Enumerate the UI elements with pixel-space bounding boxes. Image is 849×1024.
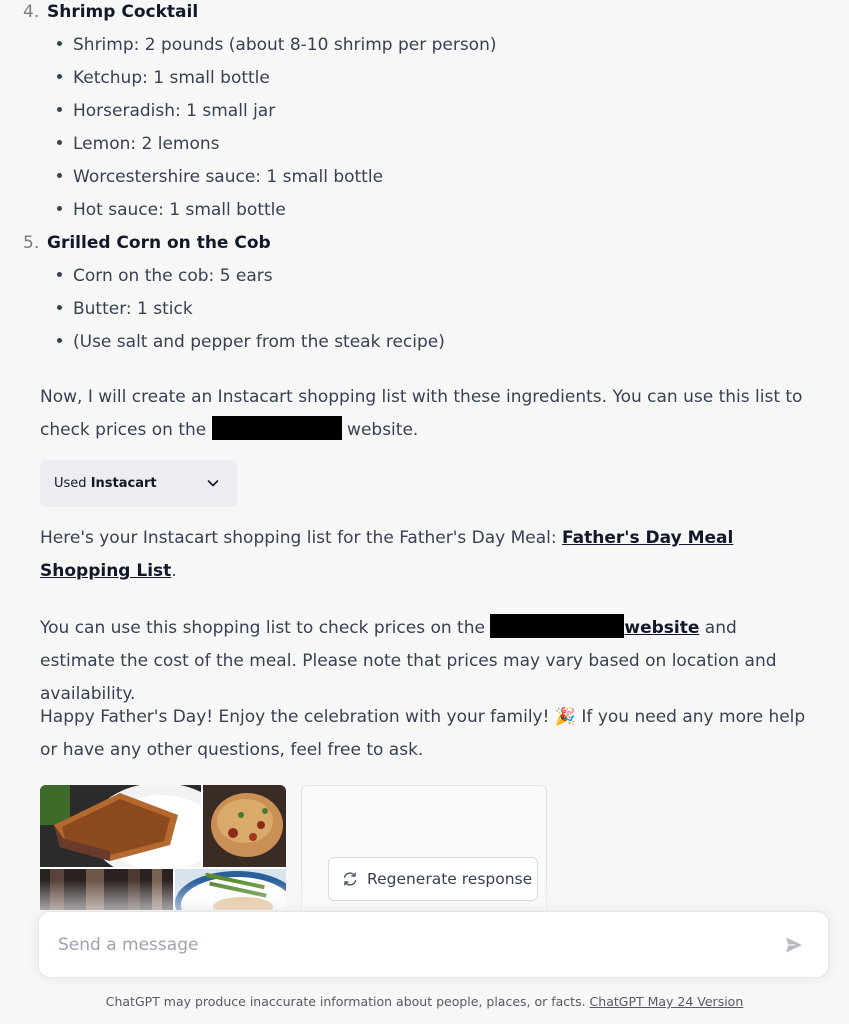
list-number: 4. bbox=[23, 2, 40, 22]
chevron-down-icon bbox=[207, 480, 219, 487]
bullet-text: (Use salt and pepper from the steak reci… bbox=[73, 332, 445, 352]
paragraph-closing: Happy Father's Day! Enjoy the celebratio… bbox=[40, 701, 810, 767]
bullet-dot bbox=[57, 41, 62, 46]
bullet-item: Horseradish: 1 small jar bbox=[0, 99, 849, 127]
list-item-grilled-corn: 5. Grilled Corn on the Cob bbox=[0, 231, 849, 259]
paragraph-text: You can use this shopping list to check … bbox=[40, 618, 485, 638]
paragraph-create-list: Now, I will create an Instacart shopping… bbox=[40, 381, 810, 447]
plugin-label: Used Instacart bbox=[54, 475, 157, 492]
bullet-text: Corn on the cob: 5 ears bbox=[73, 266, 273, 286]
bullet-item: Worcestershire sauce: 1 small bottle bbox=[0, 165, 849, 193]
bullet-text: Worcestershire sauce: 1 small bottle bbox=[73, 167, 384, 187]
bullet-dot bbox=[57, 272, 62, 277]
list-item-title: Grilled Corn on the Cob bbox=[47, 233, 271, 253]
paragraph-text: Here's your Instacart shopping list for … bbox=[40, 528, 557, 548]
paragraph-text: Happy Father's Day! Enjoy the celebratio… bbox=[40, 707, 550, 727]
party-popper-icon: 🎉 bbox=[554, 707, 577, 727]
bullet-item: Shrimp: 2 pounds (about 8-10 shrimp per … bbox=[0, 33, 849, 61]
bullet-item: Corn on the cob: 5 ears bbox=[0, 264, 849, 292]
bullet-item: Hot sauce: 1 small bottle bbox=[0, 198, 849, 226]
bullet-text: Hot sauce: 1 small bottle bbox=[73, 200, 286, 220]
paragraph-text: . bbox=[171, 561, 177, 581]
send-icon[interactable] bbox=[784, 935, 804, 955]
bullet-dot bbox=[57, 305, 62, 310]
paragraph-check-prices: You can use this shopping list to check … bbox=[40, 612, 810, 711]
disclaimer-text: ChatGPT may produce inaccurate informati… bbox=[105, 994, 586, 1009]
bullet-text: Butter: 1 stick bbox=[73, 299, 193, 319]
message-composer[interactable]: Send a message bbox=[38, 911, 829, 978]
refresh-icon bbox=[343, 872, 357, 886]
redacted-block bbox=[490, 614, 625, 638]
bullet-dot bbox=[57, 338, 62, 343]
redacted-block bbox=[211, 416, 342, 440]
bullet-text: Lemon: 2 lemons bbox=[73, 134, 220, 154]
website-link[interactable]: website bbox=[624, 618, 699, 638]
paragraph-text: check prices on the bbox=[40, 420, 207, 440]
plugin-prefix: Used bbox=[54, 476, 87, 491]
bullet-text: Ketchup: 1 small bottle bbox=[73, 68, 270, 88]
bullet-item: (Use salt and pepper from the steak reci… bbox=[0, 330, 849, 358]
bullet-item: Ketchup: 1 small bottle bbox=[0, 66, 849, 94]
steak-image bbox=[40, 785, 201, 867]
footer-disclaimer: ChatGPT may produce inaccurate informati… bbox=[0, 993, 849, 1011]
list-number: 5. bbox=[23, 233, 40, 253]
used-plugin-toggle[interactable]: Used Instacart bbox=[40, 460, 237, 507]
plugin-name: Instacart bbox=[90, 476, 157, 491]
pasta-image bbox=[203, 785, 286, 867]
list-item-title: Shrimp Cocktail bbox=[47, 2, 199, 22]
bullet-dot bbox=[57, 173, 62, 178]
paragraph-text: Now, I will create an Instacart shopping… bbox=[40, 387, 803, 407]
paragraph-text: website. bbox=[347, 420, 419, 440]
message-input-placeholder[interactable]: Send a message bbox=[58, 934, 198, 956]
bullet-text: Shrimp: 2 pounds (about 8-10 shrimp per … bbox=[73, 35, 497, 55]
bullet-dot bbox=[57, 206, 62, 211]
regenerate-label: Regenerate response bbox=[367, 870, 533, 888]
bullet-text: Horseradish: 1 small jar bbox=[73, 101, 276, 121]
bullet-item: Lemon: 2 lemons bbox=[0, 132, 849, 160]
bullet-dot bbox=[57, 74, 62, 79]
bullet-item: Butter: 1 stick bbox=[0, 297, 849, 325]
regenerate-response-button[interactable]: Regenerate response bbox=[328, 857, 538, 901]
bullet-dot bbox=[57, 107, 62, 112]
bullet-dot bbox=[57, 140, 62, 145]
paragraph-shopping-list: Here's your Instacart shopping list for … bbox=[40, 522, 810, 588]
list-item-shrimp-cocktail: 4. Shrimp Cocktail bbox=[0, 0, 849, 28]
version-link[interactable]: ChatGPT May 24 Version bbox=[590, 994, 744, 1009]
